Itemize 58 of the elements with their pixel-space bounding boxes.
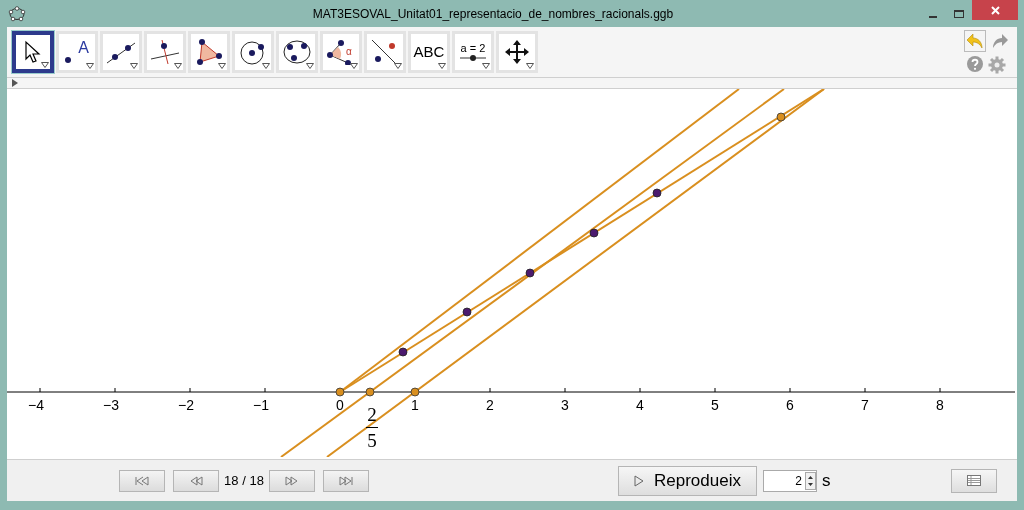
axis-label: 6 [786, 398, 794, 412]
tool-button[interactable]: α [320, 31, 362, 73]
tool-button[interactable]: A [56, 31, 98, 73]
play-button[interactable]: Reprodueix [618, 465, 757, 496]
axis-label: 8 [936, 398, 944, 412]
close-button[interactable] [972, 0, 1018, 20]
arrow-cursor-icon [23, 40, 43, 64]
axis-label: 0 [336, 398, 344, 412]
step-counter: 18 / 18 [223, 471, 265, 490]
table-icon [967, 475, 981, 486]
spinner-arrows-icon [805, 471, 816, 490]
fraction-denominator: 5 [367, 431, 377, 450]
tool-button[interactable] [12, 31, 54, 73]
dropdown-triangle-icon [526, 63, 534, 69]
dropdown-triangle-icon [350, 63, 358, 69]
dropdown-triangle-icon [130, 63, 138, 69]
skip-back-icon [135, 475, 149, 486]
dropdown-triangle-icon [174, 63, 182, 69]
axis-label: −1 [253, 398, 269, 412]
dropdown-triangle-icon [218, 63, 226, 69]
axis-label: 1 [411, 398, 419, 412]
move-arrows-icon [504, 39, 530, 65]
axis-label: 3 [561, 398, 569, 412]
tool-button[interactable]: a = 2 [452, 31, 494, 73]
dropdown-triangle-icon [41, 62, 49, 68]
dropdown-triangle-icon [306, 63, 314, 69]
dropdown-triangle-icon [438, 63, 446, 69]
speed-unit: s [822, 469, 831, 492]
close-icon [990, 5, 1000, 15]
fraction-numerator: 2 [367, 405, 377, 424]
tool-button[interactable]: ABC [408, 31, 450, 73]
axis-label: −4 [28, 398, 44, 412]
perpendicular-lines-icon [150, 39, 180, 65]
help-icon[interactable] [967, 56, 983, 72]
axis-label: −3 [103, 398, 119, 412]
rewind-icon [189, 475, 203, 486]
app-logo-icon [8, 5, 26, 22]
table-view-button[interactable] [951, 468, 997, 493]
dropdown-triangle-icon [394, 63, 402, 69]
dropdown-triangle-icon [86, 63, 94, 69]
play-icon [634, 474, 644, 487]
redo-arrow-icon [991, 33, 1009, 49]
dropdown-triangle-icon [482, 63, 490, 69]
triangle-icon [194, 39, 224, 65]
speed-field[interactable]: 2 [763, 469, 817, 492]
axis-label: 5 [711, 398, 719, 412]
skip-forward-icon [339, 475, 353, 486]
text-tool-label: ABC [413, 41, 445, 62]
axis-label: −2 [178, 398, 194, 412]
axis-label: 4 [636, 398, 644, 412]
window-title: MAT3ESOVAL_Unitat01_representacio_de_nombres_racionals.ggb [311, 5, 675, 23]
ellipse-icon [282, 39, 312, 65]
axis-label: 7 [861, 398, 869, 412]
dropdown-triangle-icon [262, 63, 270, 69]
fast-forward-icon [285, 475, 299, 486]
undo-arrow-icon [966, 33, 984, 49]
expand-arrow-icon[interactable] [12, 79, 18, 87]
axis-label: 2 [486, 398, 494, 412]
